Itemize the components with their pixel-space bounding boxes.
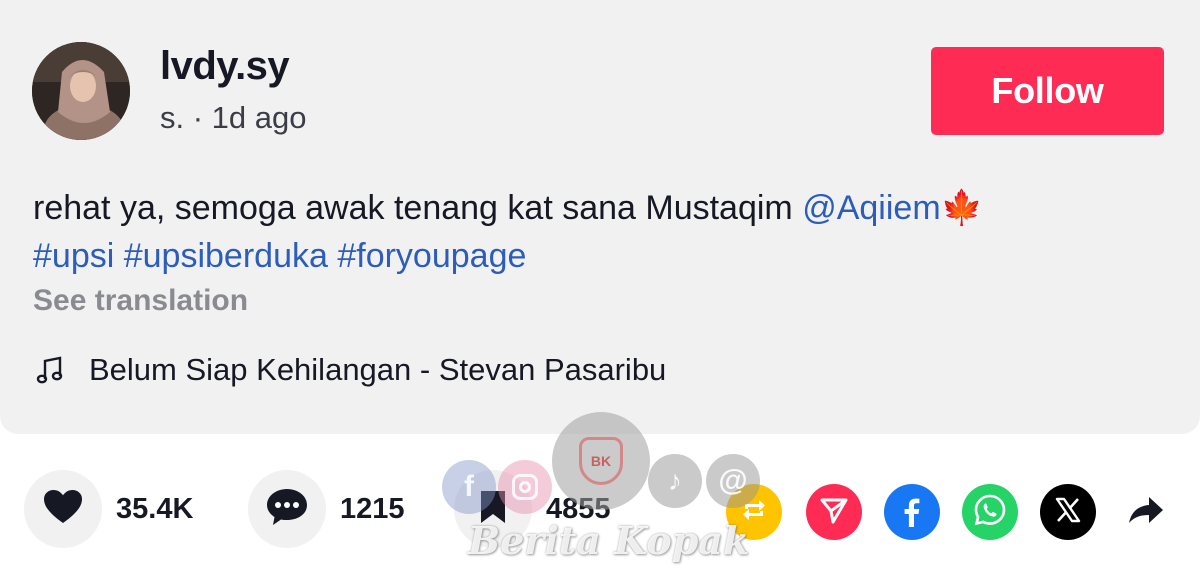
music-note-icon (33, 353, 67, 387)
mention-link[interactable]: @Aqiiem (802, 189, 940, 227)
comment-button[interactable] (248, 470, 326, 548)
comment-icon (265, 487, 309, 532)
music-title: Belum Siap Kehilangan - Stevan Pasaribu (89, 352, 667, 387)
hashtag-link[interactable]: #upsiberduka (124, 237, 328, 275)
avatar[interactable] (32, 42, 130, 140)
heart-icon (43, 489, 83, 530)
post-card: lvdy.sy s. · 1d ago Follow rehat ya, sem… (0, 0, 1200, 434)
caption-text: rehat ya, semoga awak tenang kat sana Mu… (33, 189, 803, 227)
hashtag-line: #upsi #upsiberduka #foryoupage (33, 232, 983, 280)
comment-action: 1215 (248, 470, 405, 548)
facebook-share-button[interactable] (884, 484, 940, 540)
hashtag-link[interactable]: #upsi (33, 237, 114, 275)
x-share-button[interactable] (1040, 484, 1096, 540)
more-share-button[interactable] (1118, 484, 1174, 540)
whatsapp-icon (973, 493, 1007, 532)
post-meta: s. · 1d ago (160, 100, 307, 135)
like-button[interactable] (24, 470, 102, 548)
see-translation-link[interactable]: See translation (33, 284, 248, 318)
follow-button[interactable]: Follow (931, 47, 1164, 135)
send-button[interactable] (806, 484, 862, 540)
watermark-text: Berita Kopak (468, 518, 750, 563)
like-action: 35.4K (24, 470, 193, 548)
music-link[interactable]: Belum Siap Kehilangan - Stevan Pasaribu (33, 352, 666, 388)
post-caption: rehat ya, semoga awak tenang kat sana Mu… (33, 184, 983, 280)
maple-leaf-emoji: 🍁 (940, 189, 983, 227)
share-arrow-icon (1127, 494, 1165, 531)
username[interactable]: lvdy.sy (160, 44, 290, 89)
facebook-icon (895, 493, 929, 532)
x-icon (1053, 495, 1083, 530)
comment-count: 1215 (340, 492, 405, 525)
send-icon (819, 495, 849, 530)
hashtag-link[interactable]: #foryoupage (337, 237, 526, 275)
like-count: 35.4K (116, 492, 194, 525)
whatsapp-share-button[interactable] (962, 484, 1018, 540)
